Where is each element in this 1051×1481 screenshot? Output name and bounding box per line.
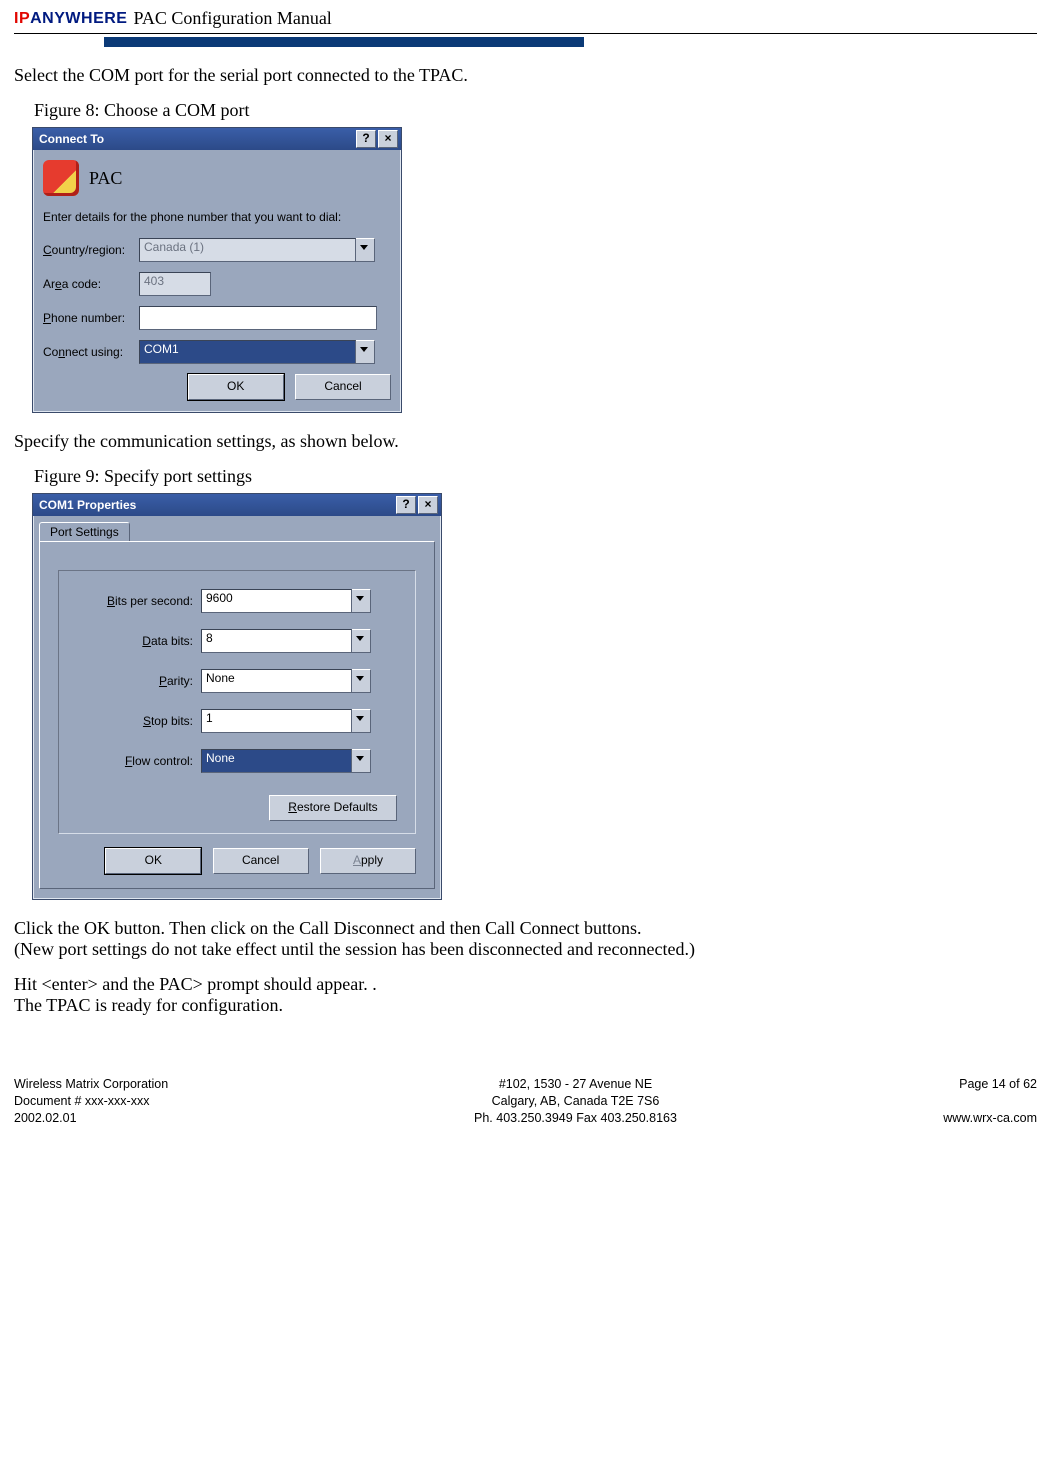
logo: IPANYWHERE bbox=[14, 10, 127, 28]
logo-rest: ANYWHERE bbox=[30, 10, 127, 28]
ok-button[interactable]: OK bbox=[188, 374, 284, 400]
intro-paragraph-1: Select the COM port for the serial port … bbox=[14, 65, 1037, 86]
connection-name: PAC bbox=[89, 168, 122, 189]
area-code-input[interactable]: 403 bbox=[139, 272, 211, 296]
header-rules bbox=[14, 33, 1037, 47]
data-bits-label: Data bits: bbox=[77, 634, 201, 648]
phone-number-label: Phone number: bbox=[43, 311, 139, 325]
footer-address-1: #102, 1530 - 27 Avenue NE bbox=[344, 1076, 807, 1093]
footer-page: Page 14 of 62 bbox=[807, 1076, 1037, 1093]
footer-phone: Ph. 403.250.3949 Fax 403.250.8163 bbox=[344, 1110, 807, 1127]
chevron-down-icon[interactable] bbox=[352, 669, 371, 693]
dialog-titlebar: Connect To ? × bbox=[33, 128, 401, 150]
footer-address-2: Calgary, AB, Canada T2E 7S6 bbox=[344, 1093, 807, 1110]
country-select[interactable]: Canada (1) bbox=[139, 238, 356, 262]
chevron-down-icon[interactable] bbox=[352, 749, 371, 773]
dialog-instruction: Enter details for the phone number that … bbox=[43, 210, 391, 224]
footer-company: Wireless Matrix Corporation bbox=[14, 1076, 344, 1093]
dialog-title: Connect To bbox=[39, 132, 104, 146]
footer-document: Document # xxx-xxx-xxx bbox=[14, 1093, 344, 1110]
footer-date: 2002.02.01 bbox=[14, 1110, 344, 1127]
chevron-down-icon[interactable] bbox=[352, 709, 371, 733]
apply-button[interactable]: Apply bbox=[320, 848, 416, 874]
stop-bits-label: Stop bits: bbox=[77, 714, 201, 728]
chevron-down-icon[interactable] bbox=[352, 589, 371, 613]
intro-paragraph-2: Specify the communication settings, as s… bbox=[14, 431, 1037, 452]
parity-label: Parity: bbox=[77, 674, 201, 688]
close-button[interactable]: × bbox=[378, 130, 398, 148]
figure-9-caption: Figure 9: Specify port settings bbox=[34, 466, 1037, 487]
instruction-paragraph-a: Click the OK button. Then click on the C… bbox=[14, 918, 1037, 939]
tab-port-settings[interactable]: Port Settings bbox=[39, 522, 130, 541]
chevron-down-icon[interactable] bbox=[356, 238, 375, 262]
flow-control-select[interactable]: None bbox=[201, 749, 352, 773]
page-header: IPANYWHERE PAC Configuration Manual bbox=[14, 8, 1037, 29]
phone-icon bbox=[43, 160, 79, 196]
page-footer: Wireless Matrix Corporation Document # x… bbox=[14, 1076, 1037, 1127]
connect-to-dialog: Connect To ? × PAC Enter details for the… bbox=[32, 127, 402, 413]
cancel-button[interactable]: Cancel bbox=[213, 848, 309, 874]
bits-per-second-label: Bits per second: bbox=[77, 594, 201, 608]
connect-using-select[interactable]: COM1 bbox=[139, 340, 356, 364]
help-button[interactable]: ? bbox=[356, 130, 376, 148]
data-bits-select[interactable]: 8 bbox=[201, 629, 352, 653]
ok-button[interactable]: OK bbox=[105, 848, 201, 874]
dialog-titlebar: COM1 Properties ? × bbox=[33, 494, 441, 516]
chevron-down-icon[interactable] bbox=[356, 340, 375, 364]
logo-ip: IP bbox=[14, 10, 30, 28]
com1-properties-dialog: COM1 Properties ? × Port Settings Bits p… bbox=[32, 493, 442, 900]
chevron-down-icon[interactable] bbox=[352, 629, 371, 653]
instruction-paragraph-b: (New port settings do not take effect un… bbox=[14, 939, 1037, 960]
close-button[interactable]: × bbox=[418, 496, 438, 514]
phone-number-input[interactable] bbox=[139, 306, 377, 330]
manual-title: PAC Configuration Manual bbox=[133, 8, 331, 29]
flow-control-label: Flow control: bbox=[77, 754, 201, 768]
restore-defaults-button[interactable]: Restore Defaults bbox=[269, 795, 397, 821]
bits-per-second-select[interactable]: 9600 bbox=[201, 589, 352, 613]
country-label: Country/region: bbox=[43, 243, 139, 257]
footer-url: www.wrx-ca.com bbox=[807, 1110, 1037, 1127]
instruction-paragraph-4: Hit <enter> and the PAC> prompt should a… bbox=[14, 974, 1037, 995]
instruction-paragraph-5: The TPAC is ready for configuration. bbox=[14, 995, 1037, 1016]
parity-select[interactable]: None bbox=[201, 669, 352, 693]
cancel-button[interactable]: Cancel bbox=[295, 374, 391, 400]
stop-bits-select[interactable]: 1 bbox=[201, 709, 352, 733]
help-button[interactable]: ? bbox=[396, 496, 416, 514]
figure-8-caption: Figure 8: Choose a COM port bbox=[34, 100, 1037, 121]
area-code-label: Area code: bbox=[43, 277, 139, 291]
dialog-title: COM1 Properties bbox=[39, 498, 136, 512]
connect-using-label: Connect using: bbox=[43, 345, 139, 359]
